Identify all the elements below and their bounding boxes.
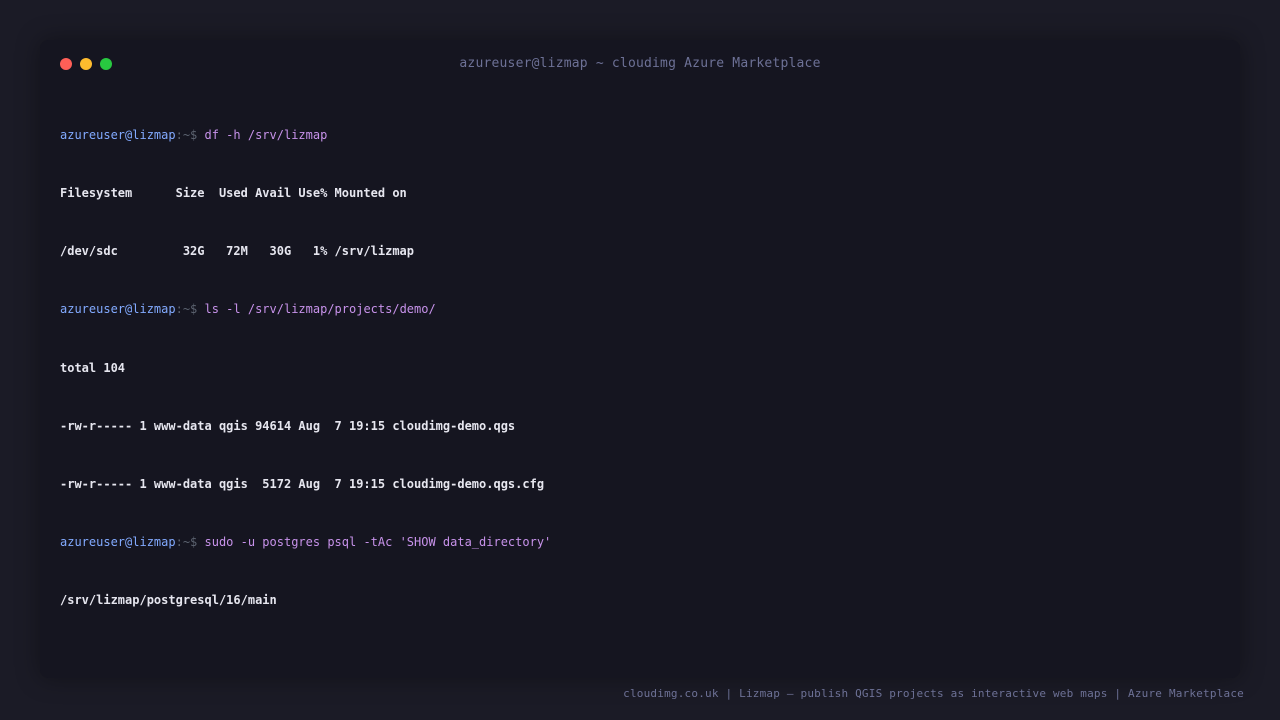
- terminal-line: -rw-r----- 1 www-data qgis 94614 Aug 7 1…: [60, 418, 516, 433]
- command-text: ls -l /srv/lizmap/projects/demo/: [204, 302, 436, 317]
- prompt-user: azureuser@lizmap: [60, 127, 176, 142]
- terminal-line: azureuser@lizmap:~$ df -h /srv/lizmap: [60, 126, 1220, 145]
- title-bar: azureuser@lizmap ~ cloudimg Azure Market…: [40, 40, 1240, 88]
- window-title: azureuser@lizmap ~ cloudimg Azure Market…: [459, 56, 821, 71]
- terminal-line: total 104: [60, 360, 126, 375]
- terminal-line: azureuser@lizmap:~$ sudo -u postgres psq…: [60, 533, 1220, 552]
- prompt-path: :~$: [175, 535, 205, 550]
- terminal-output[interactable]: azureuser@lizmap:~$ df -h /srv/lizmap Fi…: [60, 87, 1220, 650]
- terminal-line: Filesystem Size Used Avail Use% Mounted …: [60, 186, 407, 201]
- footer-caption: cloudimg.co.uk | Lizmap — publish QGIS p…: [623, 687, 1244, 700]
- command-text: df -h /srv/lizmap: [204, 127, 328, 142]
- terminal-window: azureuser@lizmap ~ cloudimg Azure Market…: [40, 40, 1240, 678]
- prompt-path: :~$: [175, 127, 205, 142]
- command-text: sudo -u postgres psql -tAc 'SHOW data_di…: [204, 535, 552, 550]
- terminal-line: -rw-r----- 1 www-data qgis 5172 Aug 7 19…: [60, 477, 545, 492]
- prompt-user: azureuser@lizmap: [60, 535, 176, 550]
- terminal-line: /srv/lizmap/postgresql/16/main: [60, 593, 277, 608]
- prompt-path: :~$: [175, 302, 205, 317]
- prompt-user: azureuser@lizmap: [60, 302, 176, 317]
- terminal-line: /dev/sdc 32G 72M 30G 1% /srv/lizmap: [60, 244, 415, 259]
- terminal-line: azureuser@lizmap:~$ ls -l /srv/lizmap/pr…: [60, 300, 1220, 319]
